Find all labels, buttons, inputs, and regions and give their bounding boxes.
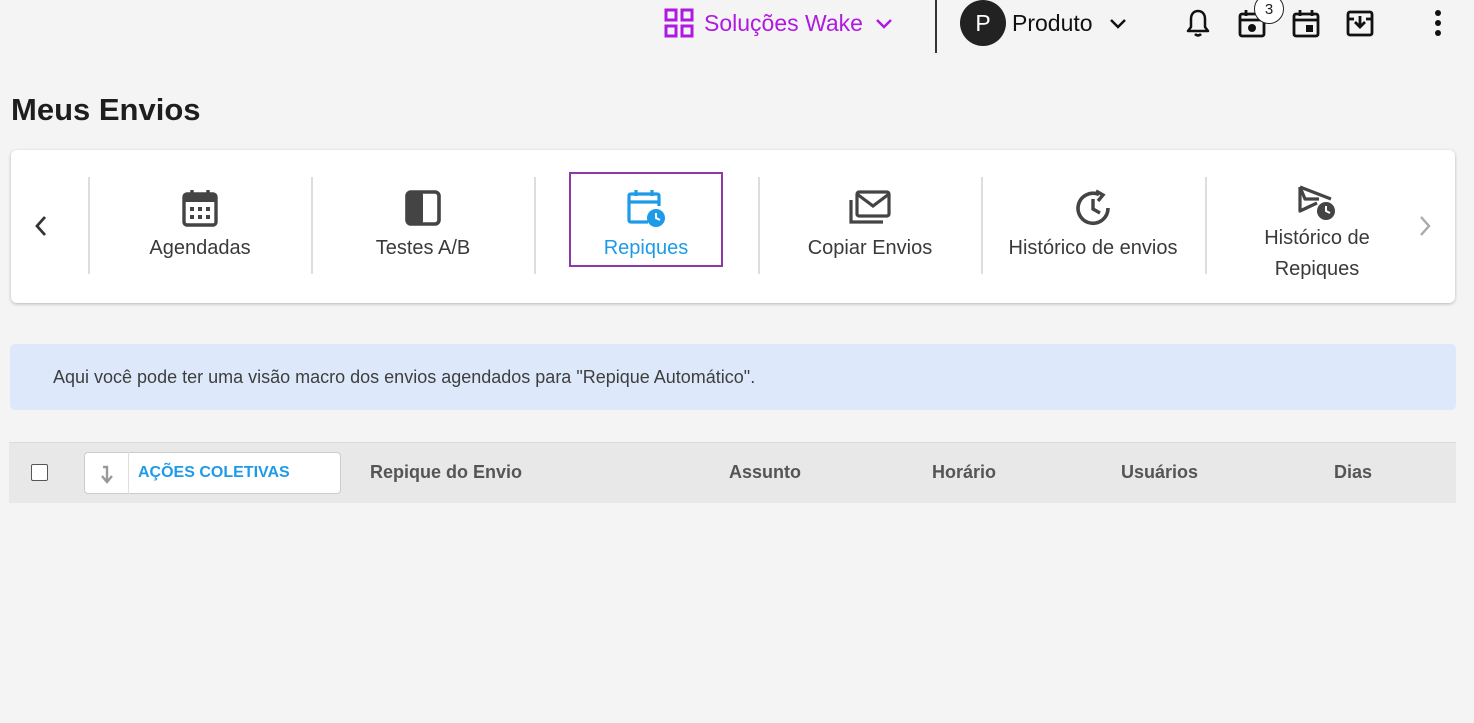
column-header-assunto[interactable]: Assunto [729, 462, 801, 483]
chevron-right-icon [1420, 216, 1431, 236]
tab-divider [311, 177, 313, 274]
column-header-usuarios[interactable]: Usuários [1121, 462, 1198, 483]
chevron-down-icon [1109, 19, 1126, 29]
calendar-event-icon [1292, 10, 1320, 38]
solutions-label: Soluções Wake [704, 9, 863, 36]
info-text: Aqui você pode ter uma visão macro dos e… [53, 366, 756, 387]
history-icon [1076, 189, 1110, 225]
tab-historico-envios[interactable]: Histórico de envios [986, 172, 1200, 284]
column-header-repique[interactable]: Repique do Envio [370, 462, 522, 483]
avatar: P [960, 0, 1006, 46]
info-banner: Aqui você pode ter uma visão macro dos e… [10, 344, 1456, 410]
tab-agendadas[interactable]: Agendadas [93, 172, 307, 284]
tabs-card: Agendadas Testes A/B Repiques Copiar Env… [11, 150, 1455, 303]
column-header-horario[interactable]: Horário [932, 462, 996, 483]
arrow-down-icon [100, 465, 113, 484]
notifications-button[interactable] [1182, 6, 1214, 40]
tasks-badge: 3 [1254, 0, 1284, 24]
bell-icon [1186, 9, 1210, 37]
chevron-left-icon [35, 216, 47, 236]
tab-divider [534, 177, 536, 274]
topbar-divider [935, 0, 937, 53]
calendar-clock-icon [627, 190, 665, 227]
chevron-down-icon [876, 19, 892, 29]
tab-divider [88, 177, 90, 274]
mail-stack-icon [849, 190, 891, 224]
tab-label: Testes A/B [375, 237, 471, 259]
more-vertical-icon [1435, 10, 1441, 36]
bulk-actions-button[interactable]: AÇÕES COLETIVAS [84, 452, 341, 494]
tab-divider [758, 177, 760, 274]
tabs-prev-button[interactable] [27, 210, 55, 242]
split-square-icon [405, 190, 441, 226]
select-all-checkbox[interactable] [31, 464, 48, 481]
tab-label: Repiques [603, 237, 689, 259]
calendar-grid-icon [182, 190, 218, 227]
download-box-icon [1346, 10, 1374, 37]
page-title: Meus Envios [11, 92, 201, 127]
tabs-next-button[interactable] [1411, 210, 1439, 242]
more-options-button[interactable] [1422, 6, 1454, 40]
top-bar: Soluções Wake P Produto 3 [0, 0, 1474, 53]
tab-historico-repiques[interactable]: Histórico de Repiques [1210, 172, 1424, 284]
tab-repiques[interactable]: Repiques [569, 172, 723, 267]
tab-divider [981, 177, 983, 274]
calendar-button[interactable] [1290, 6, 1322, 40]
tab-label: Agendadas [149, 237, 251, 259]
apps-grid-icon [664, 8, 694, 38]
column-header-dias[interactable]: Dias [1334, 462, 1372, 483]
tab-copiar-envios[interactable]: Copiar Envios [763, 172, 977, 284]
send-clock-icon [1298, 185, 1335, 220]
tab-label: Histórico de Repiques [1264, 227, 1370, 280]
tab-divider [1205, 177, 1207, 274]
tab-label: Copiar Envios [807, 237, 933, 259]
downloads-button[interactable] [1344, 6, 1376, 40]
product-menu[interactable]: P Produto [960, 0, 1129, 46]
bulk-actions-label: AÇÕES COLETIVAS [138, 464, 290, 481]
product-label: Produto [1012, 9, 1093, 36]
solutions-menu[interactable]: Soluções Wake [664, 6, 895, 40]
table-header: AÇÕES COLETIVAS Repique do Envio Assunto… [9, 442, 1456, 503]
tab-testes-ab[interactable]: Testes A/B [316, 172, 530, 284]
tab-label: Histórico de envios [1008, 237, 1178, 259]
